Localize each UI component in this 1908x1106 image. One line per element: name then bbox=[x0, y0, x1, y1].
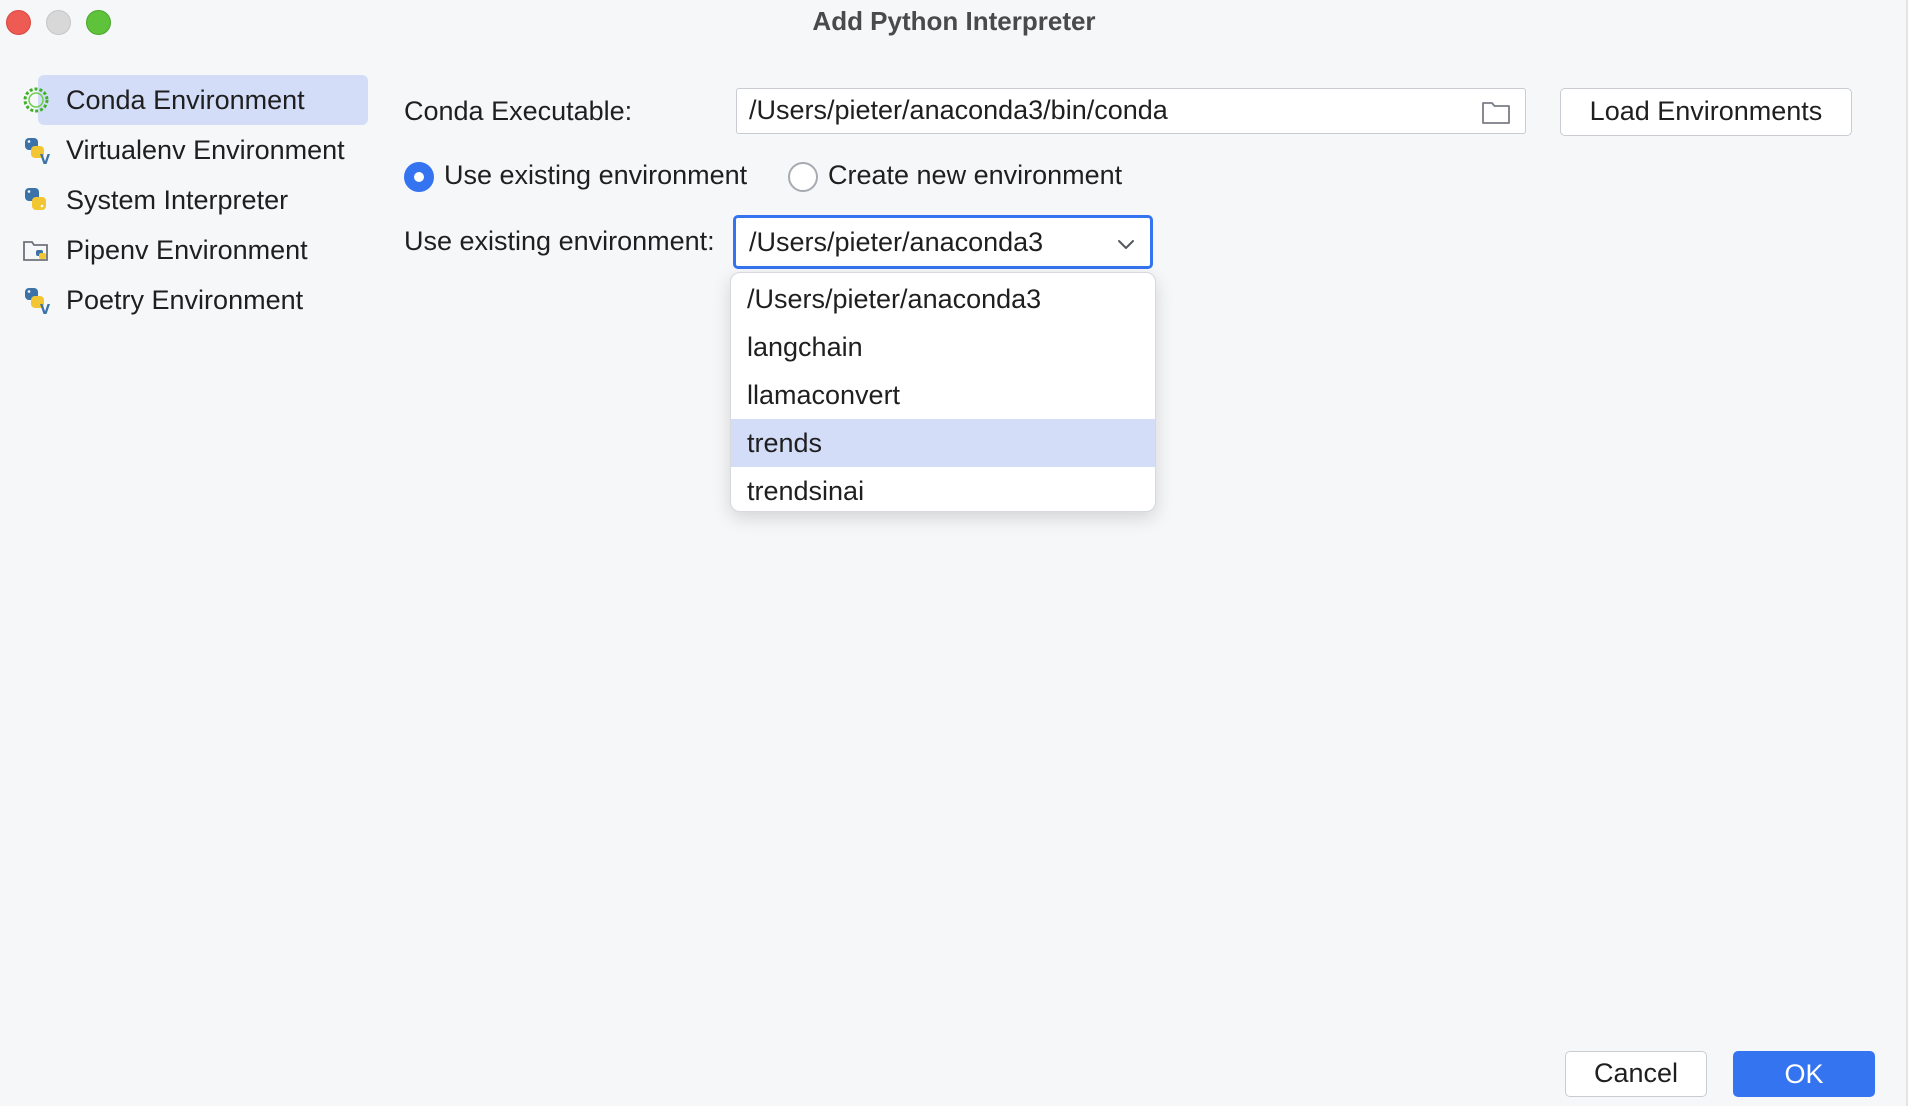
sidebar-item-label: System Interpreter bbox=[66, 184, 289, 215]
browse-folder-icon[interactable] bbox=[1481, 99, 1511, 125]
sidebar-item-label: Poetry Environment bbox=[66, 284, 304, 315]
use-existing-radio-label[interactable]: Use existing environment bbox=[444, 160, 747, 191]
existing-environment-select[interactable]: /Users/pieter/anaconda3 bbox=[733, 215, 1153, 269]
use-existing-radio[interactable] bbox=[404, 162, 434, 192]
python-icon bbox=[20, 184, 52, 216]
load-environments-button[interactable]: Load Environments bbox=[1560, 88, 1852, 136]
dropdown-option[interactable]: /Users/pieter/anaconda3 bbox=[731, 275, 1155, 323]
create-new-radio[interactable] bbox=[788, 162, 818, 192]
add-python-interpreter-dialog: Add Python Interpreter Conda Environment… bbox=[0, 0, 1908, 1106]
ok-button[interactable]: OK bbox=[1733, 1051, 1875, 1097]
dropdown-option[interactable]: trendsinai bbox=[731, 467, 1155, 511]
dropdown-option[interactable]: llamaconvert bbox=[731, 371, 1155, 419]
sidebar-item-virtualenv[interactable]: V Virtualenv Environment bbox=[20, 125, 360, 175]
pipenv-folder-icon bbox=[20, 234, 52, 266]
existing-environment-label: Use existing environment: bbox=[404, 226, 715, 256]
svg-text:V: V bbox=[40, 303, 50, 315]
interpreter-type-list: Conda Environment V Virtualenv Environme… bbox=[20, 75, 368, 325]
sidebar-item-poetry[interactable]: V Poetry Environment bbox=[20, 275, 360, 325]
cancel-button[interactable]: Cancel bbox=[1565, 1051, 1707, 1097]
environment-dropdown-list: /Users/pieter/anaconda3 langchain llamac… bbox=[730, 272, 1156, 512]
sidebar-item-label: Pipenv Environment bbox=[66, 234, 308, 265]
existing-environment-value: /Users/pieter/anaconda3 bbox=[749, 227, 1044, 257]
sidebar-item-pipenv[interactable]: Pipenv Environment bbox=[20, 225, 360, 275]
conda-executable-value: /Users/pieter/anaconda3/bin/conda bbox=[749, 95, 1168, 125]
sidebar-item-conda[interactable]: Conda Environment bbox=[20, 75, 368, 125]
conda-icon bbox=[20, 84, 52, 116]
sidebar-item-label: Virtualenv Environment bbox=[66, 134, 345, 165]
title-bar: Add Python Interpreter bbox=[0, 0, 1908, 46]
conda-executable-label: Conda Executable: bbox=[404, 96, 633, 126]
svg-text:V: V bbox=[40, 153, 50, 165]
create-new-radio-label[interactable]: Create new environment bbox=[828, 160, 1122, 191]
conda-executable-field[interactable]: /Users/pieter/anaconda3/bin/conda bbox=[736, 88, 1526, 134]
chevron-down-icon bbox=[1116, 234, 1136, 254]
dropdown-option[interactable]: langchain bbox=[731, 323, 1155, 371]
window-title: Add Python Interpreter bbox=[812, 6, 1096, 36]
python-poetry-icon: V bbox=[20, 284, 52, 316]
dropdown-option-highlighted[interactable]: trends bbox=[731, 419, 1155, 467]
python-virtualenv-icon: V bbox=[20, 134, 52, 166]
sidebar-item-system-interpreter[interactable]: System Interpreter bbox=[20, 175, 360, 225]
sidebar-item-label: Conda Environment bbox=[66, 84, 305, 115]
